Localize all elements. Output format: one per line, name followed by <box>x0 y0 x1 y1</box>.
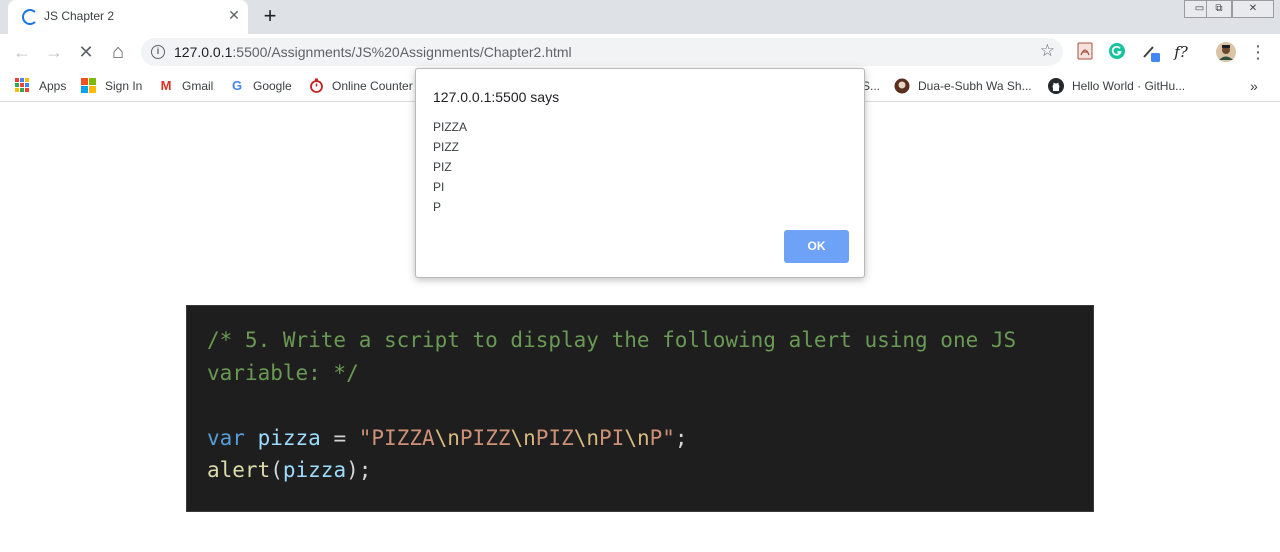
code-string-part: PI <box>599 425 625 450</box>
code-identifier: pizza <box>282 458 347 482</box>
url-text[interactable]: 127.0.0.1:5500/Assignments/JS%20Assignme… <box>174 44 572 60</box>
eyedropper-extension-icon[interactable] <box>1141 42 1161 62</box>
tab-strip: JS Chapter 2 ✕ + ▭ ⧉ ✕ <box>0 0 1280 34</box>
bookmark-sign-in[interactable]: Sign In <box>81 76 142 96</box>
url-path: :5500/Assignments/JS%20Assignments/Chapt… <box>232 44 572 60</box>
window-close-button[interactable]: ✕ <box>1232 0 1274 18</box>
code-comment-line: /* 5. Write a script to display the foll… <box>207 328 1017 352</box>
site-info-icon[interactable]: i <box>151 45 165 59</box>
tab-js-chapter-2[interactable]: JS Chapter 2 ✕ <box>8 0 248 34</box>
chrome-menu-icon[interactable]: ⋮ <box>1248 42 1268 62</box>
dialog-message-line: PIZZA <box>433 120 468 134</box>
gmail-icon: M <box>160 78 172 93</box>
bookmark-dua-e-subh[interactable]: Dua-e-Subh Wa Sh... <box>894 76 1032 96</box>
home-icon[interactable]: ⌂ <box>106 41 130 63</box>
bookmark-label: Gmail <box>182 79 214 93</box>
stop-loading-icon[interactable]: ✕ <box>74 41 98 63</box>
code-identifier: pizza <box>257 425 321 450</box>
code-string-part: PIZZ <box>459 425 511 450</box>
code-paren: ( <box>270 458 283 482</box>
pdf-extension-icon[interactable] <box>1075 42 1095 62</box>
code-comment-line: variable: */ <box>207 360 359 385</box>
code-escape: \n <box>434 425 460 450</box>
code-escape: \n <box>573 425 600 450</box>
code-snippet: /* 5. Write a script to display the foll… <box>186 305 1094 512</box>
avatar[interactable] <box>1216 42 1236 62</box>
tab-title: JS Chapter 2 <box>44 9 115 23</box>
code-escape: \n <box>624 425 650 450</box>
browser-toolbar: ← → ✕ ⌂ i 127.0.0.1:5500/Assignments/JS%… <box>0 34 1280 70</box>
dialog-message-line: PIZ <box>433 160 452 174</box>
forward-arrow-icon[interactable]: → <box>42 41 66 63</box>
address-bar[interactable]: i 127.0.0.1:5500/Assignments/JS%20Assign… <box>141 38 1063 66</box>
new-tab-button[interactable]: + <box>259 5 281 27</box>
url-host: 127.0.0.1 <box>174 44 233 60</box>
alert-dialog: 127.0.0.1:5500 says PIZZA PIZZ PIZ PI P … <box>415 68 865 278</box>
bookmark-google[interactable]: G Google <box>229 76 292 96</box>
back-arrow-icon[interactable]: ← <box>10 41 34 63</box>
dialog-message-line: PIZZ <box>433 140 459 154</box>
code-escape: \n <box>510 425 536 450</box>
code-operator: = <box>320 425 359 450</box>
code-keyword: var <box>207 425 245 450</box>
tab-close-icon[interactable]: ✕ <box>226 7 242 23</box>
bookmark-label: Hello World · GitHu... <box>1072 79 1186 93</box>
code-string-part: P" <box>649 425 675 450</box>
code-semicolon: ; <box>674 425 688 450</box>
code-function: alert <box>207 458 271 482</box>
code-alert-call: alert(pizza); <box>207 454 1073 487</box>
site-favicon-icon <box>894 78 910 94</box>
github-icon <box>1048 78 1064 94</box>
bookmark-label: Sign In <box>105 79 143 93</box>
microsoft-logo-icon <box>81 78 97 94</box>
bookmark-label: Dua-e-Subh Wa Sh... <box>918 79 1032 93</box>
bookmark-label: Online Counter <box>332 79 413 93</box>
dialog-title: 127.0.0.1:5500 says <box>433 89 560 105</box>
code-string-part: PIZ <box>535 425 574 450</box>
dialog-message: PIZZA PIZZ PIZ PI P <box>433 117 467 217</box>
ok-button[interactable]: OK <box>784 230 849 263</box>
bookmark-label: Google <box>253 79 292 93</box>
dialog-message-line: PI <box>433 180 445 194</box>
stopwatch-icon <box>308 78 324 94</box>
bookmark-label: Apps <box>39 79 67 93</box>
bookmark-star-icon[interactable]: ☆ <box>1040 41 1055 61</box>
bookmark-apps[interactable]: Apps <box>15 76 66 96</box>
bookmark-gmail[interactable]: M Gmail <box>158 76 214 96</box>
formula-extension-icon[interactable]: f? <box>1171 42 1191 62</box>
apps-grid-icon <box>15 78 31 94</box>
code-paren: ); <box>346 458 372 482</box>
bookmark-online-counter[interactable]: Online Counter <box>308 76 413 96</box>
loading-spinner-icon <box>22 9 38 25</box>
grammarly-icon[interactable] <box>1107 42 1127 62</box>
google-g-icon: G <box>231 78 243 93</box>
code-string-part: "PIZZA <box>358 425 435 450</box>
code-var-declaration: var pizza = "PIZZA\nPIZZ\nPIZ\nPI\nP"; <box>207 422 1073 455</box>
bookmark-hello-world-github[interactable]: Hello World · GitHu... <box>1048 76 1185 96</box>
dialog-message-line: P <box>433 200 442 214</box>
bookmarks-overflow-chevron-icon[interactable]: » <box>1250 76 1258 96</box>
restore-button[interactable]: ⧉ <box>1206 0 1232 18</box>
